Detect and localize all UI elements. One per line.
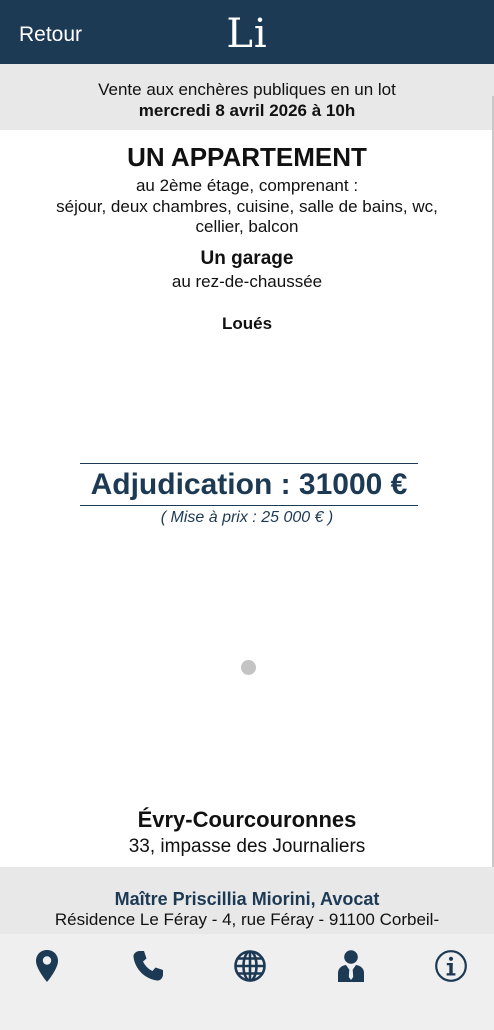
map-pin-icon[interactable] [27, 946, 67, 986]
street-address: 33, impasse des Journaliers [128, 836, 366, 857]
top-nav-bar: Retour Li [0, 0, 494, 64]
lawyer-name: Maître Priscillia Miorini, Avocat [114, 889, 380, 909]
property-description-line: au 2ème étage, comprenant : [135, 176, 359, 195]
info-icon[interactable] [431, 946, 471, 986]
property-title: UN APPARTEMENT [127, 142, 367, 172]
property-description-line: cellier, balcon [195, 217, 299, 236]
property-description-line: séjour, deux chambres, cuisine, salle de… [56, 197, 438, 216]
photo-pager-dot[interactable] [241, 660, 256, 675]
lawyer-info: Maître Priscillia Miorini, Avocat Réside… [0, 867, 494, 934]
sale-info-banner: Vente aux enchères publiques en un lot m… [0, 64, 494, 130]
app-logo: Li [226, 11, 268, 57]
rental-status: Loués [221, 314, 273, 333]
globe-icon[interactable] [230, 946, 270, 986]
lawyer-address: Résidence Le Féray - 4, rue Féray - 9110… [54, 910, 440, 929]
starting-price: ( Mise à prix : 25 000 € ) [160, 509, 334, 526]
garage-title: Un garage [200, 248, 294, 269]
listing-detail[interactable]: UN APPARTEMENT au 2ème étage, comprenant… [0, 130, 494, 867]
adjudication-price: Adjudication : 31000 € [80, 463, 418, 506]
phone-icon[interactable] [128, 946, 168, 986]
bottom-tab-bar [0, 934, 494, 1030]
garage-detail: au rez-de-chaussée [171, 272, 323, 291]
sale-date-text: mercredi 8 avril 2026 à 10h [138, 101, 356, 120]
lawyer-icon[interactable] [331, 946, 371, 986]
sale-type-text: Vente aux enchères publiques en un lot [98, 80, 396, 99]
city-name: Évry-Courcouronnes [137, 807, 357, 832]
